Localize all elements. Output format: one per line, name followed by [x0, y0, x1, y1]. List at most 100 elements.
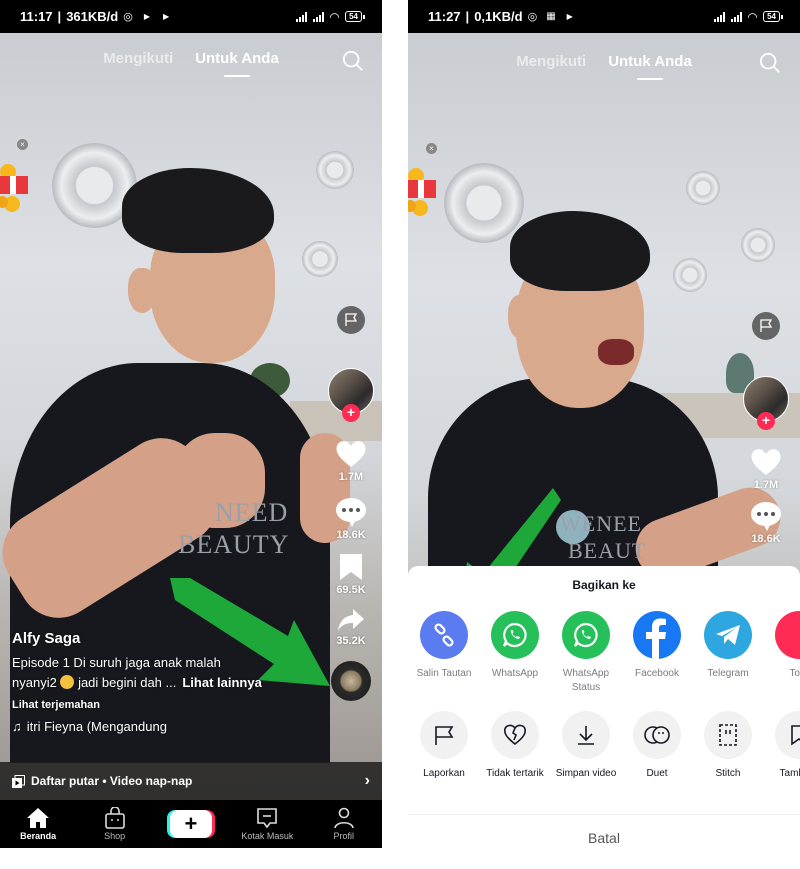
share-facebook[interactable]: Facebook — [633, 611, 681, 695]
whatsapp-notification-icon: ◎ — [527, 11, 538, 23]
action-not-interested[interactable]: Tidak tertarik — [486, 711, 544, 781]
tab-following[interactable]: Mengikuti — [516, 53, 586, 70]
heart-icon — [751, 449, 781, 475]
person-mouth — [598, 339, 634, 365]
report-button[interactable] — [752, 312, 780, 340]
battery-icon: 54 — [763, 11, 783, 22]
facebook-icon — [633, 611, 681, 659]
person-ear — [128, 268, 156, 313]
action-bar: + 1.7M 18.6K 69.5K 35.2K — [326, 306, 376, 701]
share-actions-row: Laporkan Tidak tertarik Simpan video Due… — [420, 711, 800, 781]
comment-button[interactable]: 18.6K — [335, 497, 367, 541]
comment-icon — [336, 498, 366, 527]
music-note-icon: ♫ — [12, 719, 22, 734]
wall-mirror — [316, 151, 354, 189]
comment-count: 18.6K — [751, 533, 781, 545]
flag-icon — [345, 313, 358, 326]
close-icon[interactable]: × — [426, 143, 437, 154]
action-duet[interactable]: Duet — [633, 711, 681, 781]
link-icon — [420, 611, 468, 659]
sheet-divider — [408, 814, 800, 815]
music-title: itri Fieyna (Mengandung — [26, 719, 167, 734]
like-button[interactable]: 1.7M — [750, 448, 782, 491]
report-button[interactable] — [337, 306, 365, 334]
author-name[interactable]: Alfy Saga — [12, 630, 312, 647]
shirt-print: BEAUT — [568, 538, 647, 563]
share-whatsapp[interactable]: WhatsApp — [491, 611, 539, 695]
gift-reward-icon[interactable] — [408, 166, 438, 216]
music-disc[interactable] — [331, 661, 371, 701]
download-icon — [562, 711, 610, 759]
like-button[interactable]: 1.7M — [335, 440, 367, 483]
action-report[interactable]: Laporkan — [420, 711, 468, 781]
comment-count: 18.6K — [336, 529, 366, 541]
nav-create[interactable]: + — [161, 810, 221, 838]
share-telegram[interactable]: Telegram — [704, 611, 752, 695]
tab-following[interactable]: Mengikuti — [103, 50, 173, 67]
play-notification-icon: ▶ — [143, 12, 150, 21]
flag-icon — [760, 319, 773, 332]
tab-for-you[interactable]: Untuk Anda — [195, 50, 279, 67]
status-network-speed: 361KB/d — [66, 9, 119, 24]
wall-mirror — [302, 241, 338, 277]
see-more-link[interactable]: Lihat lainnya — [182, 675, 261, 690]
follow-button[interactable]: + — [342, 404, 360, 422]
close-icon[interactable]: × — [17, 139, 28, 150]
cancel-button[interactable]: Batal — [408, 830, 800, 846]
person-ear — [508, 295, 534, 339]
bookmark-button[interactable]: 69.5K — [336, 553, 366, 596]
play-notification-icon: ▶ — [162, 12, 170, 21]
status-time: 11:27 — [428, 9, 461, 24]
nav-inbox[interactable]: Kotak Masuk — [237, 807, 297, 841]
creator-avatar[interactable]: + — [743, 376, 789, 430]
share-count: 35.2K — [336, 635, 366, 647]
heart-icon — [336, 441, 366, 467]
share-button[interactable]: 35.2K — [336, 608, 366, 647]
whatsapp-icon — [491, 611, 539, 659]
broken-heart-icon — [491, 711, 539, 759]
playlist-bar[interactable]: Daftar putar • Video nap-nap › — [0, 762, 382, 800]
signal-icon — [713, 11, 725, 22]
nav-shop[interactable]: Shop — [85, 807, 145, 841]
share-sheet: Bagikan ke Salin Tautan WhatsApp WhatsAp… — [408, 566, 800, 869]
profile-icon — [333, 807, 354, 829]
stitch-icon — [704, 711, 752, 759]
wall-mirror — [741, 228, 775, 262]
gift-reward-icon[interactable] — [0, 162, 30, 212]
share-more-app[interactable]: To T — [775, 611, 800, 695]
action-add-favorite[interactable]: Tamb Fa — [775, 711, 800, 781]
wifi-icon: ◠ — [329, 9, 340, 24]
follow-button[interactable]: + — [757, 412, 775, 430]
nav-profile[interactable]: Profil — [314, 807, 374, 841]
creator-avatar[interactable]: + — [328, 368, 374, 422]
playlist-icon — [12, 774, 25, 788]
share-apps-row: Salin Tautan WhatsApp WhatsApp Status Fa… — [417, 611, 800, 695]
tab-for-you[interactable]: Untuk Anda — [608, 53, 692, 70]
nav-home[interactable]: Beranda — [8, 807, 68, 841]
search-icon[interactable] — [342, 50, 364, 72]
play-notification-icon: ▶ — [566, 12, 573, 21]
signal-icon — [295, 11, 307, 22]
music-info[interactable]: ♫ itri Fieyna (Mengandung — [12, 719, 312, 734]
home-icon — [27, 808, 50, 828]
share-whatsapp-status[interactable]: WhatsApp Status — [562, 611, 610, 695]
create-plus-icon: + — [169, 810, 212, 838]
shop-bag-icon — [104, 807, 125, 829]
search-icon[interactable] — [759, 52, 781, 74]
notification-icon: ▦ — [546, 11, 556, 22]
whatsapp-icon — [562, 611, 610, 659]
shirt-print: NEED — [215, 498, 289, 527]
feed-tabs: Mengikuti Untuk Anda — [408, 53, 800, 70]
share-copy-link[interactable]: Salin Tautan — [417, 611, 471, 695]
video-description: Episode 1 Di suruh jaga anak malah nyany… — [12, 655, 262, 690]
translate-link[interactable]: Lihat terjemahan — [12, 699, 312, 711]
action-save-video[interactable]: Simpan video — [556, 711, 616, 781]
action-stitch[interactable]: Stitch — [704, 711, 752, 781]
wall-mirror — [673, 258, 707, 292]
whatsapp-notification-icon: ◎ — [123, 11, 133, 23]
comment-icon — [751, 502, 781, 531]
duet-icon — [633, 711, 681, 759]
shirt-print: BEAUTY — [178, 530, 290, 559]
comment-button[interactable]: 18.6K — [750, 501, 782, 545]
video-caption: Alfy Saga Episode 1 Di suruh jaga anak m… — [12, 630, 312, 734]
